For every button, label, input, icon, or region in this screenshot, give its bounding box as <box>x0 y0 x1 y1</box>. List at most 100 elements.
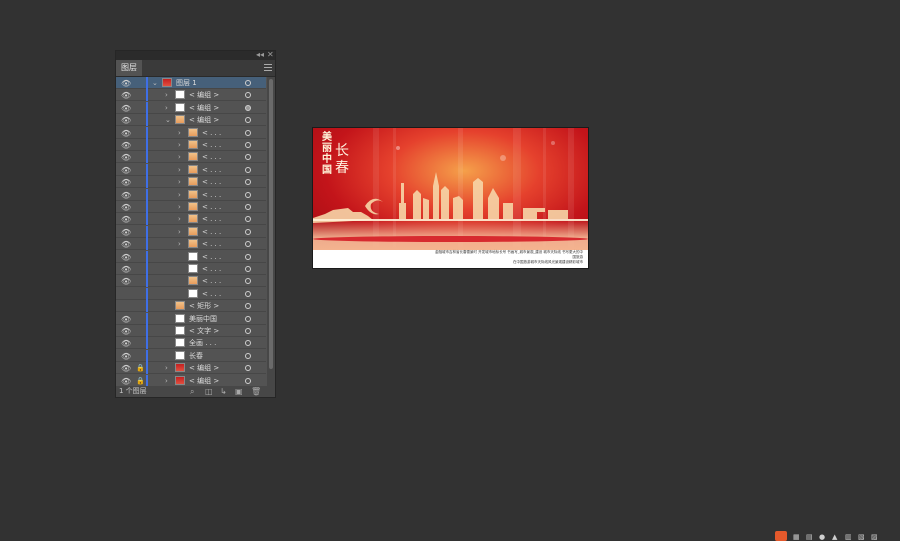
layer-row[interactable]: 👁 < 文字 > <box>116 325 266 337</box>
layer-name[interactable]: 全画 . . . <box>189 337 216 349</box>
visibility-eye-icon[interactable]: 👁 <box>121 239 131 251</box>
visibility-eye-icon[interactable]: 👁 <box>121 177 131 189</box>
layer-name[interactable]: < . . . <box>202 263 221 275</box>
tray-icon[interactable]: ● <box>819 533 825 541</box>
layer-name[interactable]: < . . . <box>202 275 221 287</box>
layer-row[interactable]: 👁 › < . . . <box>116 126 266 139</box>
target-circle-icon[interactable] <box>245 253 251 260</box>
layer-row[interactable]: 👁 › < . . . <box>116 201 266 213</box>
chevron-right-icon[interactable]: › <box>178 164 181 176</box>
chevron-right-icon[interactable]: › <box>165 89 168 101</box>
tray-icon[interactable]: ▧ <box>858 533 865 541</box>
make-clipping-mask-icon[interactable]: ◫ <box>205 386 213 397</box>
layer-name[interactable]: < . . . <box>202 288 221 300</box>
visibility-eye-icon[interactable]: 👁 <box>121 190 131 202</box>
panel-title-strip[interactable]: ◂◂ ✕ <box>116 50 275 60</box>
delete-layer-icon[interactable]: 🗑 <box>251 386 261 397</box>
chevron-right-icon[interactable]: › <box>178 226 181 238</box>
visibility-eye-icon[interactable]: 👁 <box>121 152 131 164</box>
lock-icon[interactable]: 🔒 <box>136 375 145 387</box>
layer-row[interactable]: 👁 🔒 › < 编组 > <box>116 362 266 375</box>
layer-row[interactable]: 👁 › < . . . <box>116 151 266 164</box>
visibility-eye-icon[interactable]: 👁 <box>121 90 131 102</box>
target-circle-icon[interactable] <box>245 179 251 186</box>
visibility-eye-icon[interactable]: 👁 <box>121 363 131 375</box>
target-circle-icon[interactable] <box>245 278 251 285</box>
chevron-down-icon[interactable]: ⌄ <box>165 114 171 126</box>
layer-row[interactable]: 👁 < . . . <box>116 263 266 275</box>
visibility-eye-icon[interactable]: 👁 <box>121 202 131 214</box>
layer-name[interactable]: < . . . <box>202 127 221 139</box>
target-circle-icon[interactable] <box>245 117 251 124</box>
layer-row[interactable]: < 矩形 > <box>116 300 266 313</box>
locate-object-icon[interactable]: ⌕ <box>190 386 194 397</box>
layer-row[interactable]: 👁 › < . . . <box>116 163 266 176</box>
chevron-right-icon[interactable]: › <box>178 151 181 163</box>
target-circle-icon[interactable] <box>245 241 251 248</box>
target-circle-icon[interactable] <box>245 166 251 173</box>
layer-name[interactable]: < . . . <box>202 139 221 151</box>
target-circle-icon[interactable] <box>245 290 251 297</box>
panel-menu-icon[interactable] <box>264 64 272 71</box>
layer-name[interactable]: < . . . <box>202 189 221 201</box>
layer-name[interactable]: < 编组 > <box>189 114 219 126</box>
target-circle-icon[interactable] <box>245 365 251 372</box>
new-sublayer-icon[interactable]: ↳ <box>220 386 227 397</box>
layer-row[interactable]: 👁 › < 编组 > <box>116 101 266 115</box>
visibility-eye-icon[interactable]: 👁 <box>121 326 131 338</box>
layer-name[interactable]: < . . . <box>202 238 221 250</box>
target-circle-icon[interactable] <box>245 191 251 198</box>
visibility-eye-icon[interactable]: 👁 <box>121 351 131 363</box>
chevron-right-icon[interactable]: › <box>178 201 181 213</box>
scrollbar-thumb[interactable] <box>269 79 273 369</box>
visibility-eye-icon[interactable]: 👁 <box>121 227 131 239</box>
layer-name[interactable]: < . . . <box>202 213 221 225</box>
layer-name[interactable]: < . . . <box>202 251 221 263</box>
visibility-eye-icon[interactable]: 👁 <box>121 115 131 127</box>
target-circle-icon[interactable] <box>245 154 251 161</box>
artboard[interactable]: 美丽中国 长春 金融城市吉林省长春雪景时 开发城市地标长号 书画写_城市景观_建… <box>312 127 589 269</box>
layer-row[interactable]: 👁 🔒 › < 编组 > <box>116 374 266 387</box>
chevron-right-icon[interactable]: › <box>178 189 181 201</box>
layer-row[interactable]: < . . . <box>116 287 266 300</box>
layer-name[interactable]: < . . . <box>202 176 221 188</box>
layer-name[interactable]: 图层 1 <box>176 77 197 89</box>
visibility-eye-icon[interactable]: 👁 <box>121 140 131 152</box>
visibility-eye-icon[interactable]: 👁 <box>121 276 131 288</box>
layer-name[interactable]: < 文字 > <box>189 325 219 337</box>
tray-icon[interactable]: ▤ <box>806 533 813 541</box>
layer-row[interactable]: 👁 ⌄ 图层 1 <box>116 77 266 89</box>
layer-row[interactable]: 👁 全画 . . . <box>116 337 266 350</box>
layer-name[interactable]: < 编组 > <box>189 362 219 374</box>
layer-row[interactable]: 👁 < . . . <box>116 250 266 264</box>
layer-row[interactable]: 👁 › < 编组 > <box>116 89 266 102</box>
chevron-down-icon[interactable]: ⌄ <box>152 77 158 89</box>
layer-row[interactable]: 👁 长春 <box>116 349 266 363</box>
layer-name[interactable]: < . . . <box>202 226 221 238</box>
tray-icon[interactable]: ▨ <box>871 533 878 541</box>
layer-name[interactable]: 美丽中国 <box>189 313 217 325</box>
layer-row[interactable]: 👁 < . . . <box>116 275 266 288</box>
chevron-right-icon[interactable]: › <box>178 127 181 139</box>
target-circle-icon[interactable] <box>245 328 251 334</box>
target-circle-icon[interactable] <box>245 352 251 359</box>
chevron-right-icon[interactable]: › <box>178 176 181 188</box>
visibility-eye-icon[interactable]: 👁 <box>121 314 131 326</box>
visibility-eye-icon[interactable]: 👁 <box>121 264 131 276</box>
visibility-eye-icon[interactable]: 👁 <box>121 103 131 115</box>
layer-name[interactable]: 长春 <box>189 350 203 362</box>
layer-row[interactable]: 👁 › < . . . <box>116 188 266 202</box>
layer-row[interactable]: 👁 › < . . . <box>116 238 266 251</box>
tab-layers[interactable]: 图层 <box>116 60 142 76</box>
layer-name[interactable]: < . . . <box>202 151 221 163</box>
chevron-right-icon[interactable]: › <box>178 213 181 225</box>
chevron-right-icon[interactable]: › <box>165 375 168 387</box>
target-circle-icon[interactable] <box>245 104 251 111</box>
visibility-eye-icon[interactable]: 👁 <box>121 78 131 90</box>
chevron-right-icon[interactable]: › <box>178 139 181 151</box>
target-circle-icon[interactable] <box>245 92 251 99</box>
visibility-eye-icon[interactable]: 👁 <box>121 252 131 264</box>
layer-row[interactable]: 👁 › < . . . <box>116 225 266 239</box>
target-circle-icon[interactable] <box>245 80 251 86</box>
target-circle-icon[interactable] <box>245 129 251 136</box>
